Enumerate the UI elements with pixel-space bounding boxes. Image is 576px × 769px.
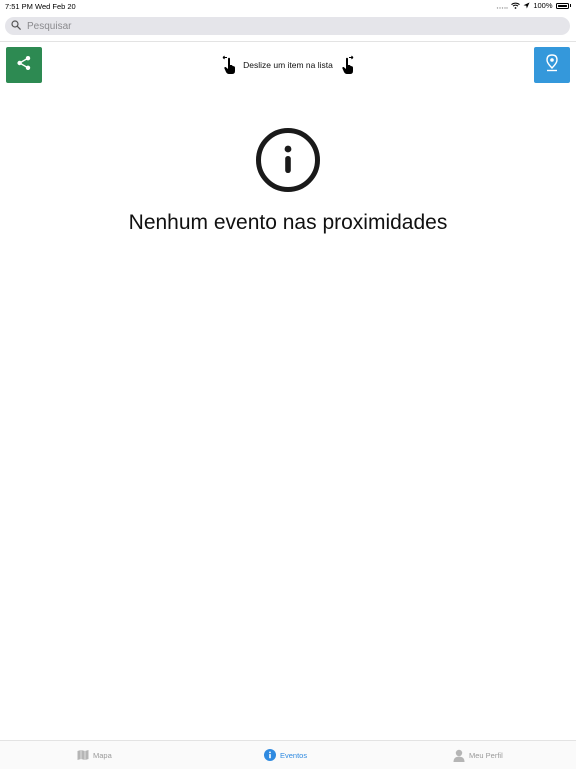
search-bar[interactable] bbox=[5, 17, 570, 35]
map-pin-icon bbox=[544, 53, 560, 77]
tab-profile-label: Meu Perfil bbox=[469, 750, 503, 760]
tab-map[interactable]: Mapa bbox=[77, 747, 112, 763]
swipe-hint: Deslize um item na lista bbox=[222, 54, 354, 76]
status-date: Wed Feb 20 bbox=[35, 2, 76, 11]
swipe-hint-text: Deslize um item na lista bbox=[243, 60, 333, 70]
header-divider bbox=[0, 41, 576, 42]
battery-percent: 100% bbox=[533, 1, 553, 10]
battery-icon bbox=[555, 2, 569, 9]
swipe-left-hand-icon bbox=[222, 55, 236, 75]
share-button[interactable] bbox=[6, 47, 42, 83]
status-bar: 7:51 PM Wed Feb 20 100% bbox=[0, 0, 576, 12]
tab-profile[interactable]: Meu Perfil bbox=[453, 747, 503, 763]
wifi-icon bbox=[511, 2, 521, 9]
status-indicators: 100% bbox=[496, 1, 571, 10]
info-circle-icon bbox=[264, 749, 276, 761]
map-icon bbox=[77, 749, 89, 761]
signal-dots-icon bbox=[496, 3, 509, 9]
share-icon bbox=[16, 55, 32, 76]
location-pin-button[interactable] bbox=[534, 47, 570, 83]
status-time: 7:51 PM bbox=[5, 2, 33, 11]
location-arrow-icon bbox=[523, 2, 530, 9]
empty-state-message: Nenhum evento nas proximidades bbox=[128, 211, 448, 234]
search-icon bbox=[11, 17, 21, 35]
info-icon bbox=[255, 127, 321, 193]
tab-map-label: Mapa bbox=[93, 750, 112, 760]
swipe-right-hand-icon bbox=[340, 55, 354, 75]
search-input[interactable] bbox=[27, 20, 527, 32]
tab-events[interactable]: Eventos bbox=[264, 747, 307, 763]
tab-events-label: Eventos bbox=[280, 750, 308, 760]
person-icon bbox=[453, 749, 465, 762]
tab-bar: Mapa Eventos Meu Perfil bbox=[0, 740, 576, 769]
